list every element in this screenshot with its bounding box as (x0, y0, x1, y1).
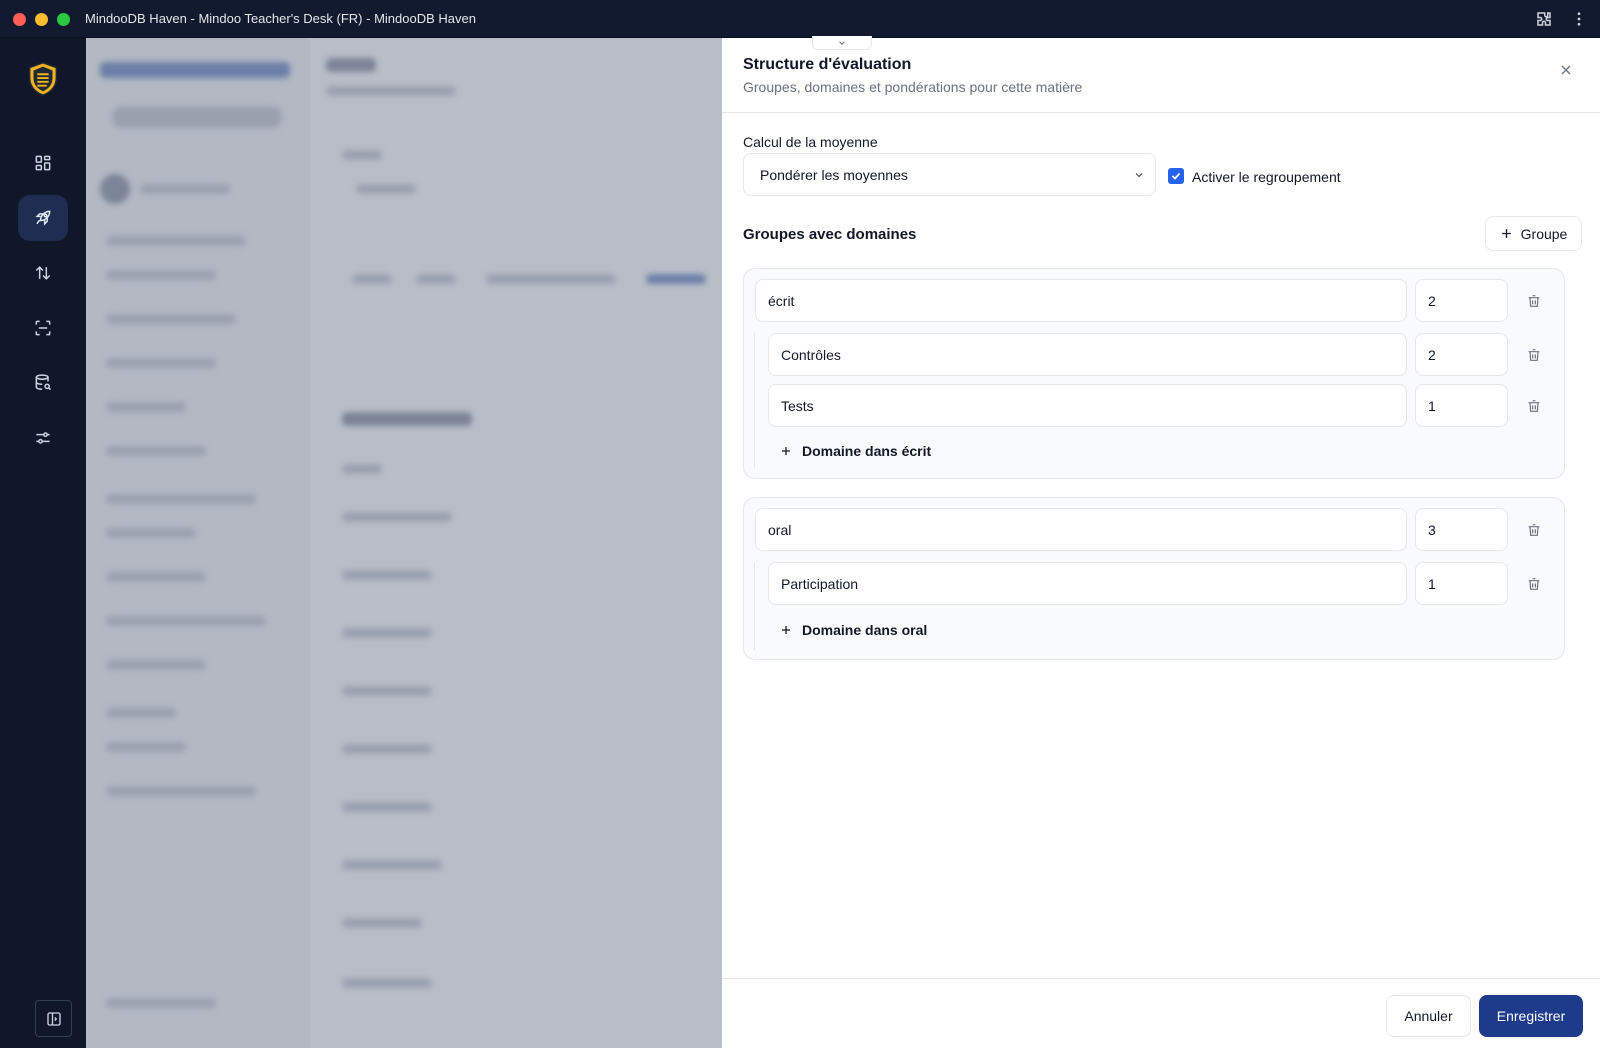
domain-name-input[interactable]: Participation (768, 562, 1407, 605)
add-group-label: Groupe (1520, 225, 1568, 242)
grid-icon (35, 155, 51, 171)
window-title: MindooDB Haven - Mindoo Teacher's Desk (… (85, 11, 476, 26)
icon-rail (0, 38, 86, 1048)
panel-handle[interactable] (812, 36, 872, 50)
rail-item-dashboard[interactable] (18, 140, 68, 186)
domain-weight-value: 2 (1428, 346, 1436, 363)
save-label: Enregistrer (1496, 1008, 1566, 1024)
panel-title: Structure d'évaluation (743, 56, 912, 73)
trash-icon[interactable] (1526, 398, 1542, 414)
save-button[interactable]: Enregistrer (1479, 995, 1583, 1037)
minimize-window-button[interactable] (35, 13, 48, 26)
rail-item-launch[interactable] (18, 195, 68, 241)
grouping-checkbox[interactable] (1168, 168, 1184, 184)
domain-name-value: Tests (781, 397, 814, 414)
sidebar-toggle-icon (46, 1011, 61, 1026)
maximize-window-button[interactable] (57, 13, 70, 26)
group-weight-input[interactable]: 3 (1415, 508, 1508, 551)
cancel-button[interactable]: Annuler (1386, 995, 1471, 1037)
chevron-down-icon (1135, 173, 1143, 178)
grouping-label[interactable]: Activer le regroupement (1192, 169, 1341, 185)
add-group-button[interactable]: Groupe (1485, 216, 1582, 251)
domain-guide-line (754, 562, 755, 650)
close-window-button[interactable] (13, 13, 26, 26)
close-icon[interactable] (1558, 62, 1574, 78)
background-app-overlay (86, 38, 722, 1048)
group-weight-value: 2 (1428, 292, 1436, 309)
domain-weight-value: 1 (1428, 397, 1436, 414)
arrows-up-down-icon (35, 266, 51, 280)
title-bar: MindooDB Haven - Mindoo Teacher's Desk (… (0, 0, 1600, 38)
group-weight-input[interactable]: 2 (1415, 279, 1508, 322)
groups-section-title: Groupes avec domaines (743, 226, 917, 243)
average-calculation-select[interactable]: Pondérer les moyennes (743, 153, 1156, 196)
domain-name-input[interactable]: Contrôles (768, 333, 1407, 376)
extension-icon[interactable] (1535, 10, 1553, 28)
divider (722, 112, 1600, 113)
shield-logo-icon (28, 62, 58, 96)
check-icon (1171, 172, 1181, 180)
group-card-ecrit: écrit 2 Contrôles 2 Tests 1 Domaine dans… (743, 268, 1565, 479)
more-vertical-icon[interactable] (1570, 10, 1588, 28)
domain-weight-input[interactable]: 1 (1415, 562, 1508, 605)
panel-subtitle: Groupes, domaines et pondérations pour c… (743, 79, 1083, 95)
sidebar-toggle-button[interactable] (35, 1000, 72, 1037)
add-domain-label: Domaine dans écrit (802, 443, 932, 459)
rail-item-scan[interactable] (18, 305, 68, 351)
database-search-icon (35, 374, 52, 391)
group-name-input[interactable]: écrit (755, 279, 1407, 322)
rail-item-settings[interactable] (18, 415, 68, 461)
plus-icon (1501, 229, 1511, 238)
cancel-label: Annuler (1404, 1008, 1453, 1024)
average-calculation-label: Calcul de la moyenne (743, 134, 878, 150)
rocket-icon (35, 210, 51, 226)
rail-item-database-search[interactable] (18, 360, 68, 406)
domain-name-value: Contrôles (781, 346, 841, 363)
add-domain-button[interactable]: Domaine dans écrit (780, 443, 931, 459)
sliders-icon (36, 432, 50, 444)
average-calculation-value: Pondérer les moyennes (760, 166, 908, 183)
trash-icon[interactable] (1526, 347, 1542, 363)
domain-guide-line (754, 333, 755, 469)
plus-icon (782, 626, 790, 634)
add-domain-button[interactable]: Domaine dans oral (780, 622, 927, 638)
chevron-down-icon (839, 40, 845, 45)
group-card-oral: oral 3 Participation 1 Domaine dans oral (743, 497, 1565, 660)
footer-divider (722, 978, 1600, 979)
add-domain-label: Domaine dans oral (802, 622, 928, 638)
trash-icon[interactable] (1526, 576, 1542, 592)
group-name-input[interactable]: oral (755, 508, 1407, 551)
evaluation-structure-panel: Structure d'évaluation Groupes, domaines… (722, 36, 1600, 1048)
group-name-value: oral (768, 521, 792, 538)
trash-icon[interactable] (1526, 293, 1542, 309)
group-weight-value: 3 (1428, 521, 1436, 538)
domain-weight-input[interactable]: 1 (1415, 384, 1508, 427)
domain-name-value: Participation (781, 575, 859, 592)
domain-weight-input[interactable]: 2 (1415, 333, 1508, 376)
domain-weight-value: 1 (1428, 575, 1436, 592)
trash-icon[interactable] (1526, 522, 1542, 538)
scan-icon (35, 320, 51, 336)
domain-name-input[interactable]: Tests (768, 384, 1407, 427)
plus-icon (782, 447, 790, 455)
rail-item-sync[interactable] (18, 250, 68, 296)
group-name-value: écrit (768, 292, 795, 309)
